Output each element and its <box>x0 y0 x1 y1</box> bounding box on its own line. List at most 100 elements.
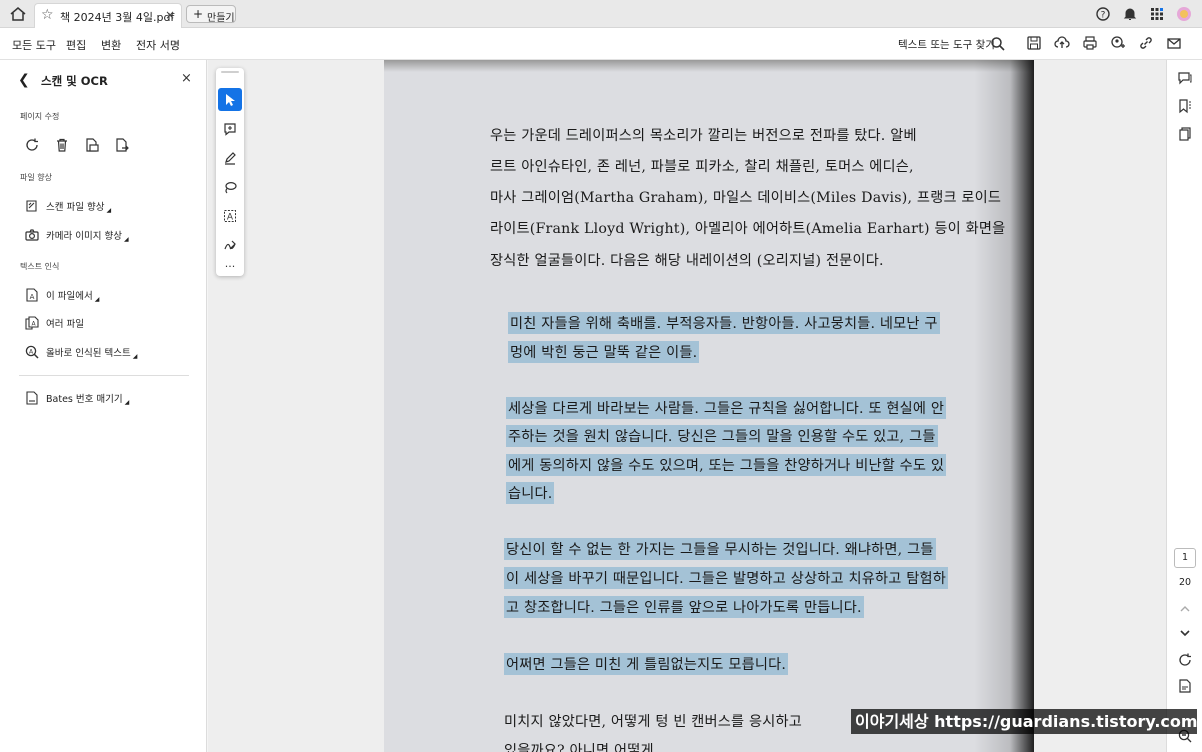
comment-panel-icon[interactable] <box>1177 70 1193 86</box>
plus-icon: + <box>193 7 204 21</box>
enhance-scan-item[interactable]: 스캔 파일 향상 ◢ <box>24 197 111 215</box>
bell-icon[interactable] <box>1122 6 1138 22</box>
current-page-input[interactable]: 1 <box>1174 548 1196 568</box>
ocr-this-file-item[interactable]: A 이 파일에서 ◢ <box>24 286 99 304</box>
replace-icon[interactable] <box>114 137 130 153</box>
highlighted-line: 이 세상을 바꾸기 때문입니다. 그들은 발명하고 상상하고 치유하고 탐험하 <box>504 567 948 589</box>
comment-tool[interactable] <box>218 117 242 140</box>
suspect-text-item[interactable]: A 올바로 인식된 텍스트 ◢ <box>24 343 137 361</box>
extract-icon[interactable] <box>84 137 100 153</box>
select-tool[interactable] <box>218 88 242 111</box>
highlighted-line: 어쩌면 그들은 미친 게 틀림없는지도 모릅니다. <box>504 653 789 675</box>
ocr-icon: A <box>26 288 38 302</box>
star-icon[interactable]: ☆ <box>41 7 54 23</box>
text-select-icon: A <box>224 209 236 222</box>
bates-numbering-item[interactable]: Bates 번호 매기기 ◢ <box>24 389 129 407</box>
highlighted-line: 주하는 것을 원치 않습니다. 당신은 그들의 말을 인용할 수도 있고, 그들 <box>506 425 938 447</box>
rotate-icon[interactable] <box>24 137 40 153</box>
pdf-page[interactable]: 우는 가운데 드레이퍼스의 목소리가 깔리는 버전으로 전파를 탔다. 알베 르… <box>384 60 1034 752</box>
mail-icon[interactable] <box>1166 35 1182 51</box>
link-icon[interactable] <box>1138 35 1154 51</box>
upload-icon[interactable] <box>1054 35 1070 51</box>
menu-edit[interactable]: 편집 <box>66 37 86 53</box>
pages-icon[interactable] <box>1177 126 1193 142</box>
create-button[interactable]: + 만들기 <box>186 5 236 24</box>
submenu-indicator: ◢ <box>132 353 138 360</box>
save-icon[interactable] <box>1026 35 1042 51</box>
suspect-text-label: 올바로 인식된 텍스트 <box>46 348 131 359</box>
enhance-camera-item[interactable]: 카메라 이미지 향상 ◢ <box>24 226 129 244</box>
chevron-up-icon[interactable] <box>1177 603 1193 615</box>
watermark: 이야기세상 https://guardians.tistory.com <box>851 709 1198 734</box>
close-tab-button[interactable]: × <box>165 8 175 22</box>
print-icon[interactable] <box>1082 35 1098 51</box>
tab-bar: ☆ 책 2024년 3월 4일.pdf × + 만들기 ? <box>0 0 1202 28</box>
menu-all-tools[interactable]: 모든 도구 <box>12 37 56 53</box>
enhance-icon <box>26 200 37 212</box>
highlighted-line: 당신이 할 수 없는 한 가지는 그들을 무시하는 것입니다. 왜냐하면, 그들 <box>504 538 936 560</box>
svg-text:A: A <box>29 348 34 355</box>
submenu-indicator: ◢ <box>124 399 130 406</box>
ocr-multiple-files-label: 여러 파일 <box>46 319 84 330</box>
section-text-recognition: 텍스트 인식 <box>20 262 60 271</box>
document-canvas[interactable]: A ··· 우는 가운데 드레이퍼스의 목소리가 깔리는 버전으로 전파를 탔다… <box>208 60 1166 752</box>
trash-icon[interactable] <box>54 137 70 153</box>
document-tab[interactable]: ☆ 책 2024년 3월 4일.pdf × <box>34 3 182 28</box>
back-icon[interactable]: ❮ <box>18 72 30 88</box>
draw-tool[interactable] <box>218 146 242 169</box>
comment-icon <box>224 122 236 136</box>
highlighted-line: 멍에 박힌 둥근 말뚝 같은 이들. <box>508 341 700 363</box>
panel-title: 스캔 및 OCR <box>41 74 108 88</box>
lasso-tool[interactable] <box>218 175 242 198</box>
page-edge-shade <box>384 60 1034 72</box>
text-select-tool[interactable]: A <box>218 204 242 227</box>
toolbar-grip[interactable] <box>221 71 239 73</box>
text-line: 우는 가운데 드레이퍼스의 목소리가 깔리는 버전으로 전파를 탔다. 알베 <box>490 128 917 144</box>
apps-icon[interactable] <box>1149 6 1165 22</box>
doc-icon[interactable] <box>1177 678 1193 694</box>
refresh-icon[interactable] <box>1177 652 1193 668</box>
text-line: 미치지 않았다면, 어떻게 텅 빈 캔버스를 응시하고 <box>504 714 803 730</box>
avatar[interactable] <box>1176 6 1192 22</box>
multi-file-icon: A <box>25 316 39 330</box>
document-tab-title: 책 2024년 3월 4일.pdf <box>60 11 175 24</box>
bookmark-icon[interactable] <box>1177 98 1193 114</box>
quick-tools-bar: A ··· <box>216 68 244 276</box>
text-line: 마사 그레이엄(Martha Graham), 마일스 데이비스(Miles D… <box>490 190 1002 206</box>
svg-text:?: ? <box>1101 11 1106 21</box>
text-line: 장식한 얼굴들이다. 다음은 해당 내레이션의 (오리지널) 전문이다. <box>490 253 884 269</box>
menu-e-sign[interactable]: 전자 서명 <box>136 37 180 53</box>
text-line: 있을까요? 아니면 어떻게 ... <box>504 743 673 752</box>
highlighted-line: 미친 자들을 위해 축배를. 부적응자들. 반항아들. 사고뭉치들. 네모난 구 <box>508 312 940 334</box>
home-icon[interactable] <box>8 5 28 23</box>
find-tools-label[interactable]: 텍스트 또는 도구 찾기 <box>898 37 995 52</box>
svg-text:A: A <box>30 293 35 301</box>
suspect-text-icon: A <box>25 345 39 359</box>
help-icon[interactable]: ? <box>1095 6 1111 22</box>
highlighted-line: 고 창조합니다. 그들은 인류를 앞으로 나아가도록 만듭니다. <box>504 596 864 618</box>
text-line: 르트 아인슈타인, 존 레넌, 파블로 피카소, 찰리 채플린, 토머스 에디슨… <box>490 159 914 175</box>
lasso-icon <box>225 181 237 193</box>
text-line: 라이트(Frank Lloyd Wright), 아멜리아 에어하트(Ameli… <box>490 221 1006 237</box>
bates-numbering-label: Bates 번호 매기기 <box>46 394 123 405</box>
menu-bar: 모든 도구 편집 변환 전자 서명 텍스트 또는 도구 찾기 <box>0 28 1202 62</box>
svg-text:A: A <box>227 212 234 222</box>
panel-close-button[interactable]: × <box>181 71 192 86</box>
highlighted-line: 세상을 다르게 바라보는 사람들. 그들은 규칙을 싫어합니다. 또 현실에 안 <box>506 397 947 419</box>
highlighted-line: 에게 동의하지 않을 수도 있으며, 또는 그들을 찬양하거나 비난할 수도 있 <box>506 454 947 476</box>
more-tools-button[interactable]: ··· <box>218 258 242 274</box>
divider <box>19 375 189 376</box>
total-pages: 20 <box>1178 577 1192 588</box>
sign-icon <box>224 240 236 249</box>
pen-icon <box>225 151 236 165</box>
ocr-multiple-files-item[interactable]: A 여러 파일 <box>24 314 84 332</box>
menu-convert[interactable]: 변환 <box>101 37 122 62</box>
right-rail: 1 20 <box>1166 60 1202 752</box>
share-icon[interactable] <box>1110 35 1126 51</box>
more-icon: ··· <box>224 259 236 273</box>
search-icon[interactable] <box>990 36 1006 52</box>
scan-ocr-panel: ❮ 스캔 및 OCR × 페이지 수정 파일 향상 스캔 파일 향상 ◢ 카메라… <box>0 60 207 752</box>
section-page-edit: 페이지 수정 <box>20 112 60 121</box>
sign-tool[interactable] <box>218 233 242 256</box>
chevron-down-icon[interactable] <box>1177 627 1193 639</box>
